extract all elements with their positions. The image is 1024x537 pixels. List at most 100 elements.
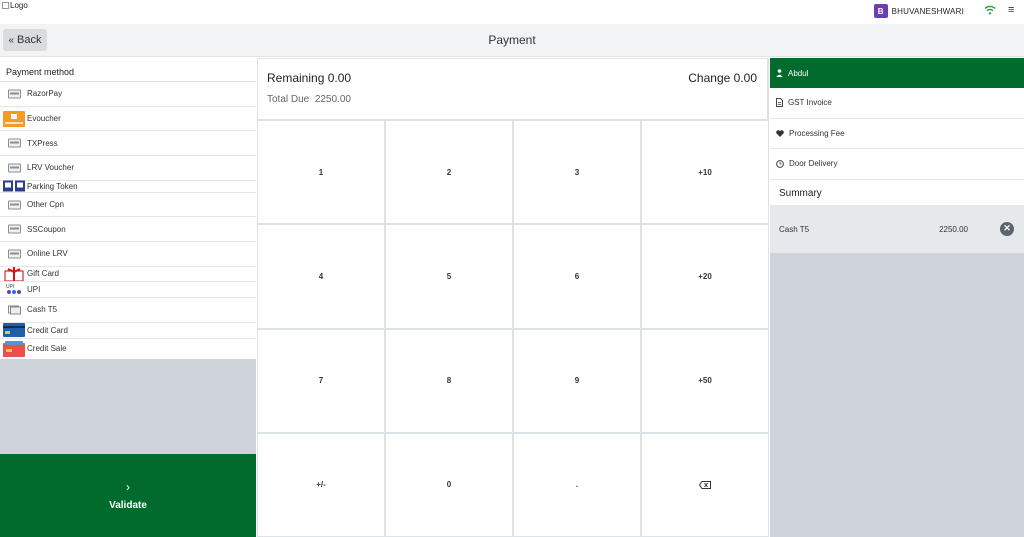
card-icon — [8, 224, 21, 234]
payment-method-lrv-voucher[interactable]: LRV Voucher — [0, 156, 256, 181]
option-label: GST Invoice — [788, 98, 832, 108]
door-delivery-option[interactable]: Door Delivery — [770, 149, 1024, 180]
key-0[interactable]: 0 — [386, 433, 512, 536]
payment-method-other-cpn[interactable]: Other Cpn — [0, 193, 256, 218]
parking-icon — [3, 180, 25, 192]
payment-center: Remaining 0.00 Change 0.00 Total Due 225… — [257, 58, 769, 537]
key-plus-20[interactable]: +20 — [642, 225, 768, 328]
total-due: Total Due 2250.00 — [267, 94, 351, 105]
key-plus-50[interactable]: +50 — [642, 329, 768, 432]
payment-method-label: TXPress — [27, 138, 58, 148]
user-icon — [776, 69, 783, 77]
document-icon — [776, 98, 783, 108]
credit-sale-icon — [3, 340, 25, 357]
key-decimal[interactable]: . — [514, 433, 640, 536]
payment-method-label: Cash T5 — [27, 305, 58, 315]
top-bar: Logo B BHUVANESHWARI ≡ — [0, 0, 1024, 24]
payment-method-label: Gift Card — [27, 269, 60, 279]
summary-title: Summary — [770, 179, 1024, 205]
payment-method-label: Credit Card — [27, 325, 68, 335]
page-title: Payment — [488, 33, 536, 47]
total-due-value: 2250.00 — [314, 94, 351, 105]
key-3[interactable]: 3 — [514, 121, 640, 224]
avatar: B — [873, 4, 888, 18]
total-due-label: Total Due — [267, 94, 310, 105]
payment-method-razorpay[interactable]: RazorPay — [0, 82, 256, 107]
key-plus-minus[interactable]: +/- — [258, 433, 384, 536]
hamburger-menu-icon[interactable]: ≡ — [1008, 4, 1018, 16]
payment-method-label: Evoucher — [27, 114, 61, 124]
close-icon: ✕ — [1003, 223, 1011, 233]
key-backspace[interactable] — [642, 433, 768, 536]
svg-text:UPI: UPI — [6, 284, 14, 290]
payment-method-list: RazorPay Evoucher TXPress LRV Voucher Pa… — [0, 82, 256, 359]
heart-icon — [776, 130, 784, 137]
logo-alt-text: Logo — [10, 1, 28, 10]
validate-button[interactable]: › Validate — [0, 454, 256, 537]
clock-icon — [776, 159, 784, 168]
amount-summary: Remaining 0.00 Change 0.00 Total Due 225… — [258, 59, 767, 119]
summary-line-amount: 2250.00 — [939, 224, 968, 234]
key-2[interactable]: 2 — [386, 121, 512, 224]
card-icon — [8, 163, 21, 173]
order-panel: Abdul GST Invoice Processing Fee Door De… — [770, 58, 1024, 537]
wifi-icon — [984, 5, 996, 15]
key-9[interactable]: 9 — [514, 329, 640, 432]
payment-method-credit-sale[interactable]: Credit Sale — [0, 339, 256, 359]
card-icon — [8, 249, 21, 259]
remove-line-button[interactable]: ✕ — [1000, 221, 1014, 236]
key-6[interactable]: 6 — [514, 225, 640, 328]
payment-method-label: LRV Voucher — [27, 163, 74, 173]
credit-card-icon — [3, 323, 25, 337]
payment-method-parking-token[interactable]: Parking Token — [0, 180, 256, 193]
change-amount: Change 0.00 — [688, 71, 757, 85]
payment-method-online-lrv[interactable]: Online LRV — [0, 242, 256, 267]
payment-method-label: SSCoupon — [27, 224, 66, 234]
chevron-right-icon: › — [126, 480, 130, 494]
payment-method-title: Payment method — [0, 58, 256, 82]
payment-method-credit-card[interactable]: Credit Card — [0, 323, 256, 339]
option-label: Processing Fee — [789, 128, 845, 138]
gift-icon — [3, 266, 25, 282]
customer-name: Abdul — [788, 68, 809, 78]
evoucher-icon — [3, 110, 25, 127]
payment-method-label: Other Cpn — [27, 200, 64, 210]
payment-method-label: RazorPay — [27, 89, 63, 99]
payment-method-evoucher[interactable]: Evoucher — [0, 107, 256, 132]
payment-method-label: UPI — [27, 284, 41, 294]
numeric-keypad: 1 2 3 +10 4 5 6 +20 7 8 9 +50 +/- 0 . — [258, 121, 768, 536]
key-4[interactable]: 4 — [258, 225, 384, 328]
payment-method-gift-card[interactable]: Gift Card — [0, 266, 256, 282]
key-5[interactable]: 5 — [386, 225, 512, 328]
key-1[interactable]: 1 — [258, 121, 384, 224]
key-7[interactable]: 7 — [258, 329, 384, 432]
payment-method-panel: Payment method RazorPay Evoucher TXPress… — [0, 58, 256, 537]
card-icon — [8, 138, 21, 148]
gst-invoice-option[interactable]: GST Invoice — [770, 88, 1024, 119]
card-icon — [8, 200, 21, 210]
payment-method-sscoupon[interactable]: SSCoupon — [0, 217, 256, 243]
payment-method-label: Online LRV — [27, 249, 68, 259]
key-8[interactable]: 8 — [386, 329, 512, 432]
user-badge[interactable]: B BHUVANESHWARI — [873, 4, 964, 18]
option-label: Door Delivery — [789, 159, 838, 169]
payment-method-cash-t5[interactable]: Cash T5 — [0, 298, 256, 323]
cash-icon — [8, 305, 21, 315]
broken-image-icon — [2, 2, 9, 9]
backspace-icon — [699, 480, 711, 489]
payment-method-txpress[interactable]: TXPress — [0, 131, 256, 157]
processing-fee-option[interactable]: Processing Fee — [770, 118, 1024, 149]
payment-method-upi[interactable]: UPI UPI — [0, 282, 256, 298]
key-plus-10[interactable]: +10 — [642, 121, 768, 224]
summary-line: Cash T5 2250.00 ✕ — [770, 204, 1024, 253]
validate-label: Validate — [109, 500, 147, 511]
remaining-amount: Remaining 0.00 — [267, 71, 352, 85]
card-icon — [8, 89, 21, 99]
payment-method-label: Credit Sale — [27, 344, 67, 353]
upi-icon: UPI — [5, 283, 23, 295]
customer-button[interactable]: Abdul — [770, 58, 1024, 88]
payment-method-label: Parking Token — [27, 181, 78, 191]
summary-line-name: Cash T5 — [779, 224, 810, 234]
logo: Logo — [2, 1, 28, 10]
user-name: BHUVANESHWARI — [891, 6, 964, 16]
